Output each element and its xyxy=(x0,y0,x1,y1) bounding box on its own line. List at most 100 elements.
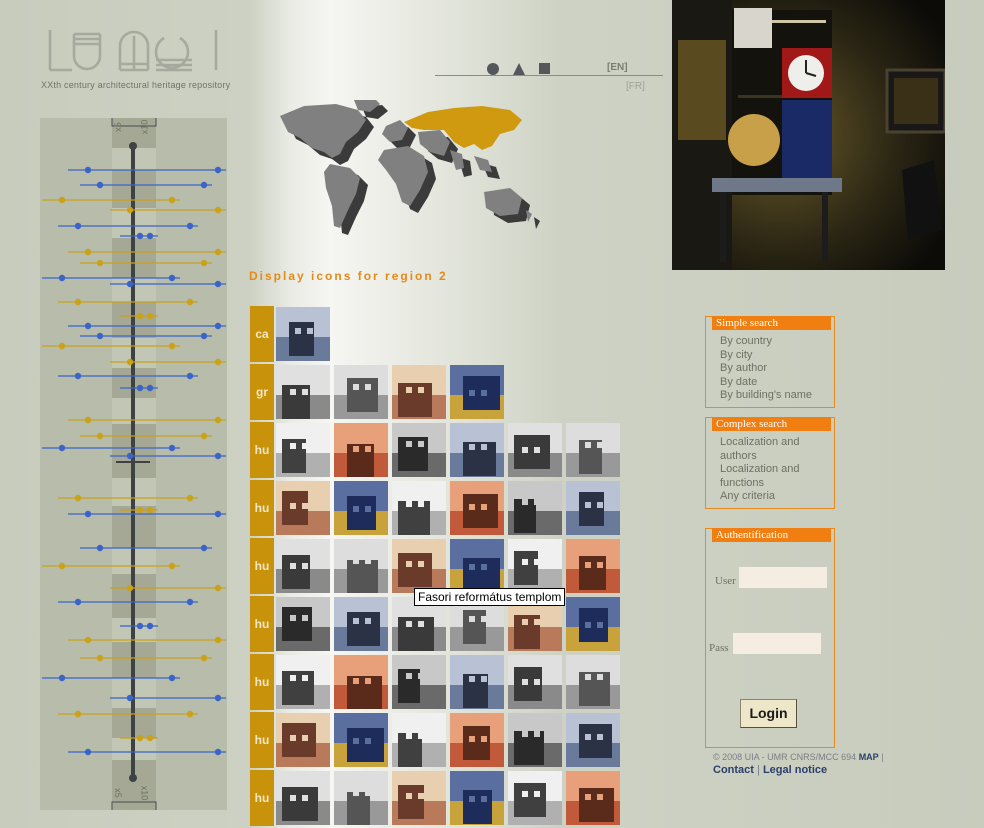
timeline-dot xyxy=(74,298,82,306)
language-fr-link[interactable]: [FR] xyxy=(626,81,645,92)
building-thumbnail[interactable] xyxy=(450,539,504,593)
building-thumbnail[interactable] xyxy=(334,539,388,593)
world-map[interactable] xyxy=(278,100,553,245)
building-thumbnail[interactable] xyxy=(392,481,446,535)
building-thumbnail[interactable] xyxy=(450,423,504,477)
legal-notice-link[interactable]: Legal notice xyxy=(763,764,827,776)
building-thumbnail[interactable] xyxy=(276,713,330,767)
language-en-link[interactable]: [EN] xyxy=(607,62,628,73)
building-thumbnail[interactable] xyxy=(392,655,446,709)
timeline-dot xyxy=(146,312,154,320)
country-code: hu xyxy=(250,422,274,478)
building-thumbnail[interactable] xyxy=(334,597,388,651)
timeline-dot xyxy=(126,452,134,460)
building-thumbnail[interactable] xyxy=(566,713,620,767)
building-thumbnail[interactable] xyxy=(450,365,504,419)
user-input[interactable] xyxy=(739,567,827,588)
contact-link[interactable]: Contact xyxy=(713,764,754,776)
building-thumbnail[interactable] xyxy=(276,655,330,709)
building-thumbnail[interactable] xyxy=(276,481,330,535)
building-thumbnail[interactable] xyxy=(566,655,620,709)
building-thumbnail[interactable] xyxy=(508,423,562,477)
search-by-building-name-link[interactable]: By building's name xyxy=(720,389,812,403)
timeline-dot xyxy=(84,166,92,174)
complex-search-box: Complex search Localization and authors … xyxy=(705,417,835,509)
timeline-dot xyxy=(136,312,144,320)
building-thumbnail[interactable] xyxy=(450,771,504,825)
timeline-dot xyxy=(84,748,92,756)
country-code: hu xyxy=(250,596,274,652)
building-thumbnail[interactable] xyxy=(450,481,504,535)
building-thumbnail[interactable] xyxy=(508,539,562,593)
copyright-text: © 2008 UIA - UMR CNRS/MCC 694 xyxy=(713,752,857,762)
pass-input[interactable] xyxy=(733,633,821,654)
building-thumbnail[interactable] xyxy=(450,655,504,709)
localization-authors-link[interactable]: Localization and xyxy=(720,436,800,450)
building-thumbnail[interactable] xyxy=(276,771,330,825)
timeline-dot xyxy=(214,510,222,518)
timeline-dot xyxy=(74,494,82,502)
timeline-dot xyxy=(200,332,208,340)
building-thumbnail[interactable] xyxy=(450,713,504,767)
building-thumbnail[interactable] xyxy=(334,481,388,535)
building-thumbnail[interactable] xyxy=(334,713,388,767)
simple-search-title: Simple search xyxy=(712,316,831,330)
building-thumbnail[interactable] xyxy=(508,655,562,709)
building-thumbnail[interactable] xyxy=(508,771,562,825)
search-by-author-link[interactable]: By author xyxy=(720,362,767,376)
country-code: hu xyxy=(250,712,274,768)
localization-functions-link[interactable]: Localization and xyxy=(720,463,800,477)
copyright: © 2008 UIA - UMR CNRS/MCC 694 MAP | xyxy=(713,752,884,762)
search-by-city-link[interactable]: By city xyxy=(720,349,752,363)
building-thumbnail[interactable] xyxy=(276,423,330,477)
country-code: hu xyxy=(250,770,274,826)
timeline-dot xyxy=(84,636,92,644)
room-photo xyxy=(672,0,945,270)
building-thumbnail[interactable] xyxy=(276,597,330,651)
zoom-x5-bottom[interactable]: x5 xyxy=(113,788,123,798)
building-thumbnail[interactable] xyxy=(566,539,620,593)
square-icon[interactable] xyxy=(538,62,551,75)
login-button[interactable]: Login xyxy=(740,699,797,728)
timeline-chart[interactable] xyxy=(40,118,227,810)
building-thumbnail[interactable] xyxy=(392,771,446,825)
building-thumbnail[interactable] xyxy=(566,481,620,535)
circle-icon[interactable] xyxy=(486,62,500,76)
search-by-country-link[interactable]: By country xyxy=(720,335,772,349)
building-thumbnail[interactable] xyxy=(566,597,620,651)
building-thumbnail[interactable] xyxy=(276,539,330,593)
building-thumbnail[interactable] xyxy=(392,423,446,477)
building-thumbnail[interactable] xyxy=(392,539,446,593)
timeline-dot xyxy=(186,598,194,606)
building-thumbnail[interactable] xyxy=(508,713,562,767)
building-thumbnail[interactable] xyxy=(276,307,330,361)
timeline-dot xyxy=(186,494,194,502)
building-thumbnail[interactable] xyxy=(334,655,388,709)
building-thumbnail[interactable] xyxy=(566,423,620,477)
zoom-x5-top[interactable]: x5 xyxy=(113,122,123,132)
building-thumbnail[interactable] xyxy=(508,481,562,535)
zoom-x10-top[interactable]: x10 xyxy=(139,120,149,135)
timeline-dot xyxy=(186,298,194,306)
building-thumbnail[interactable] xyxy=(334,365,388,419)
building-thumbnail[interactable] xyxy=(334,423,388,477)
search-by-date-link[interactable]: By date xyxy=(720,376,757,390)
lumoi-logo[interactable] xyxy=(44,28,224,78)
any-criteria-link[interactable]: Any criteria xyxy=(720,490,775,504)
localization-functions-link-cont[interactable]: functions xyxy=(720,477,764,491)
country-code: hu xyxy=(250,654,274,710)
timeline-dot xyxy=(126,206,134,214)
timeline-dot xyxy=(58,562,66,570)
building-thumbnail[interactable] xyxy=(276,365,330,419)
timeline-dot xyxy=(58,274,66,282)
localization-authors-link-cont[interactable]: authors xyxy=(720,450,757,464)
timeline-dot xyxy=(214,322,222,330)
map-link[interactable]: MAP xyxy=(859,752,879,762)
triangle-icon[interactable] xyxy=(512,62,526,76)
timeline-dot xyxy=(136,734,144,742)
building-thumbnail[interactable] xyxy=(392,365,446,419)
building-thumbnail[interactable] xyxy=(334,771,388,825)
building-thumbnail[interactable] xyxy=(566,771,620,825)
zoom-x10-bottom[interactable]: x10 xyxy=(139,786,149,801)
building-thumbnail[interactable] xyxy=(392,713,446,767)
